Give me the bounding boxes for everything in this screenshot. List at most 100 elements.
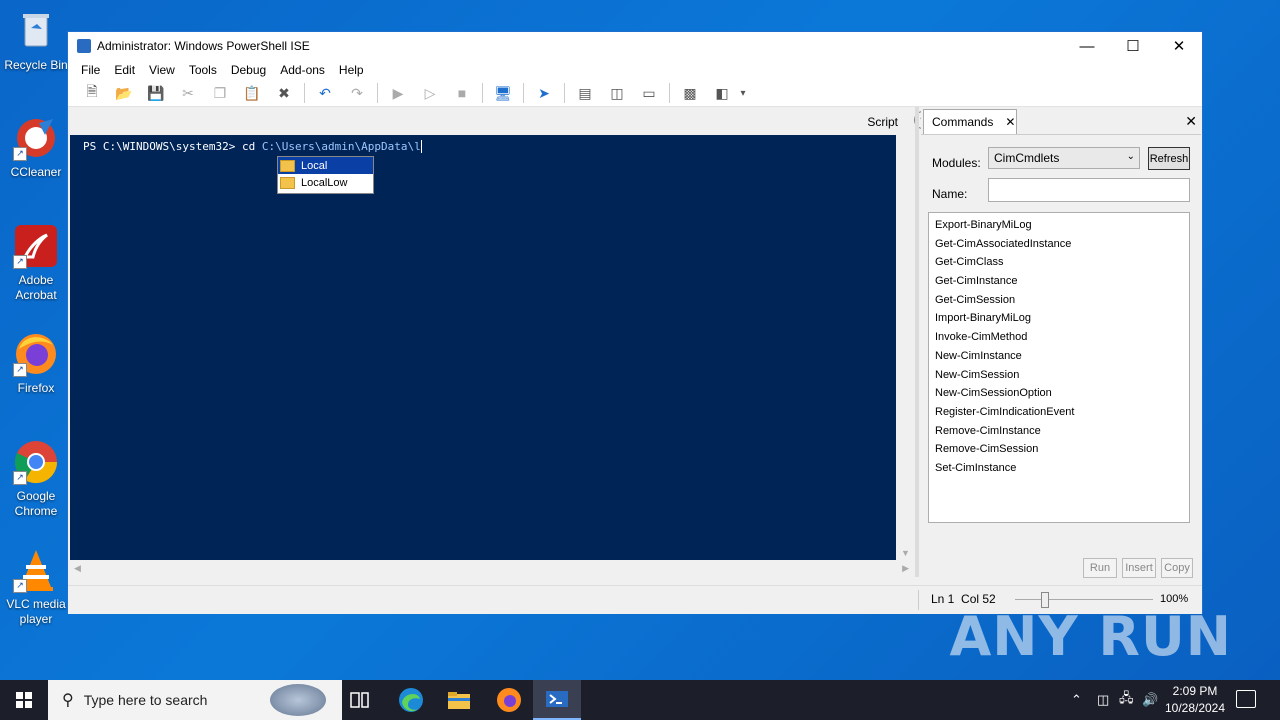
close-pane-icon[interactable]: ✕ bbox=[1185, 113, 1197, 130]
taskbar-file-explorer[interactable] bbox=[435, 680, 483, 720]
desktop-icon-label: Google Chrome bbox=[14, 489, 58, 518]
script-pane-bar: Script ▼ bbox=[68, 107, 932, 134]
show-script-top-icon[interactable]: ▤ bbox=[575, 83, 595, 103]
console-horizontal-scrollbar[interactable]: ◀ ▶ bbox=[70, 560, 913, 576]
task-view-button[interactable] bbox=[336, 680, 384, 720]
taskbar-edge[interactable] bbox=[387, 680, 435, 720]
taskbar-search[interactable]: ⚲ Type here to search bbox=[48, 680, 342, 720]
autocomplete-item[interactable]: LocalLow bbox=[278, 174, 373, 191]
menu-tools[interactable]: Tools bbox=[182, 63, 224, 77]
command-item[interactable]: Set-CimInstance bbox=[929, 459, 1189, 478]
show-command-window-icon[interactable]: ▩ bbox=[680, 83, 700, 103]
desktop-icon-label: VLC media player bbox=[6, 597, 66, 626]
refresh-button[interactable]: Refresh bbox=[1148, 147, 1190, 170]
tab-commands[interactable]: Commands ✕ bbox=[923, 109, 1017, 134]
script-pane-label[interactable]: Script bbox=[867, 115, 898, 129]
modules-select[interactable]: CimCmdlets ⌄ bbox=[988, 147, 1140, 169]
cut-icon[interactable]: ✂ bbox=[178, 83, 198, 103]
desktop-icon-recycle-bin[interactable]: Recycle Bin bbox=[0, 8, 72, 73]
recycle-bin-icon bbox=[13, 8, 59, 54]
command-item[interactable]: Get-CimInstance bbox=[929, 272, 1189, 291]
paste-icon[interactable]: 📋 bbox=[242, 83, 262, 103]
command-item[interactable]: Get-CimClass bbox=[929, 253, 1189, 272]
command-item[interactable]: Register-CimIndicationEvent bbox=[929, 403, 1189, 422]
folder-icon bbox=[280, 176, 295, 189]
title-bar[interactable]: Administrator: Windows PowerShell ISE — … bbox=[68, 32, 1202, 60]
show-command-addon-icon[interactable]: ◧ bbox=[712, 83, 732, 103]
run-script-icon[interactable]: ▶ bbox=[388, 83, 408, 103]
desktop-icon-label: Recycle Bin bbox=[4, 58, 68, 72]
volume-icon[interactable]: 🔊 bbox=[1142, 680, 1158, 720]
pane-splitter[interactable] bbox=[915, 107, 919, 577]
autocomplete-item[interactable]: Local bbox=[278, 157, 373, 174]
start-powershell-icon[interactable]: ➤ bbox=[534, 83, 554, 103]
copy-icon[interactable]: ❐ bbox=[210, 83, 230, 103]
zoom-level: 100% bbox=[1160, 593, 1189, 605]
command-item[interactable]: Remove-CimInstance bbox=[929, 422, 1189, 441]
console-pane[interactable]: PS C:\WINDOWS\system32> cd C:\Users\admi… bbox=[70, 135, 896, 560]
scroll-left-icon[interactable]: ◀ bbox=[74, 563, 81, 574]
show-hidden-icons-button[interactable]: ⌃ bbox=[1071, 680, 1082, 720]
zoom-slider[interactable] bbox=[1015, 599, 1153, 600]
command-item[interactable]: New-CimInstance bbox=[929, 347, 1189, 366]
command-item[interactable]: Export-BinaryMiLog bbox=[929, 216, 1189, 235]
menu-file[interactable]: File bbox=[74, 63, 107, 77]
network-icon[interactable]: ◫ bbox=[1097, 680, 1109, 720]
close-tab-icon[interactable]: ✕ bbox=[1005, 115, 1015, 129]
command-item[interactable]: Get-CimSession bbox=[929, 291, 1189, 310]
notification-center-icon[interactable] bbox=[1236, 690, 1256, 708]
command-item[interactable]: Remove-CimSession bbox=[929, 440, 1189, 459]
command-item[interactable]: New-CimSession bbox=[929, 366, 1189, 385]
run-selection-icon[interactable]: ▷ bbox=[420, 83, 440, 103]
toolbar-overflow-icon[interactable]: ▾ bbox=[738, 83, 748, 103]
taskbar-firefox[interactable] bbox=[485, 680, 533, 720]
copy-button[interactable]: Copy bbox=[1161, 558, 1193, 578]
menu-view[interactable]: View bbox=[142, 63, 182, 77]
menu-edit[interactable]: Edit bbox=[107, 63, 142, 77]
taskbar-powershell-ise[interactable] bbox=[533, 680, 581, 720]
start-button[interactable] bbox=[0, 680, 48, 720]
desktop-icon-chrome[interactable]: ↗ Google Chrome bbox=[0, 439, 72, 519]
close-button[interactable]: ✕ bbox=[1156, 32, 1202, 60]
autocomplete-popup: Local LocalLow bbox=[277, 156, 374, 194]
watermark: ANY RUN bbox=[949, 605, 1232, 668]
zoom-slider-thumb[interactable] bbox=[1041, 592, 1049, 608]
redo-icon[interactable]: ↷ bbox=[347, 83, 367, 103]
command-item[interactable]: Invoke-CimMethod bbox=[929, 328, 1189, 347]
show-script-maximized-icon[interactable]: ▭ bbox=[639, 83, 659, 103]
maximize-button[interactable]: ☐ bbox=[1110, 32, 1156, 60]
console-vertical-scrollbar[interactable]: ▼ bbox=[897, 135, 913, 560]
command-item[interactable]: New-CimSessionOption bbox=[929, 384, 1189, 403]
ccleaner-icon: ↗ bbox=[13, 115, 59, 161]
ethernet-icon[interactable]: 🖧 bbox=[1119, 680, 1134, 720]
console-argument: C:\Users\admin\AppData\l bbox=[261, 140, 421, 153]
desktop-icon-ccleaner[interactable]: ↗ CCleaner bbox=[0, 115, 72, 180]
open-folder-icon[interactable]: 📂 bbox=[114, 83, 134, 103]
command-item[interactable]: Get-CimAssociatedInstance bbox=[929, 235, 1189, 254]
scroll-down-icon[interactable]: ▼ bbox=[901, 548, 910, 558]
toolbar-separator bbox=[669, 83, 670, 103]
scroll-right-icon[interactable]: ▶ bbox=[902, 563, 909, 574]
save-icon[interactable]: 💾 bbox=[146, 83, 166, 103]
menu-add-ons[interactable]: Add-ons bbox=[273, 63, 332, 77]
command-list[interactable]: Export-BinaryMiLog Get-CimAssociatedInst… bbox=[928, 212, 1190, 523]
menu-debug[interactable]: Debug bbox=[224, 63, 273, 77]
console-command: cd bbox=[241, 140, 262, 153]
clear-console-icon[interactable]: ✖ bbox=[274, 83, 294, 103]
menu-help[interactable]: Help bbox=[332, 63, 371, 77]
run-button[interactable]: Run bbox=[1083, 558, 1117, 578]
desktop-icon-firefox[interactable]: ↗ Firefox bbox=[0, 331, 72, 396]
command-item[interactable]: Import-BinaryMiLog bbox=[929, 309, 1189, 328]
new-file-icon[interactable]: 🗎 bbox=[82, 83, 102, 103]
insert-button[interactable]: Insert bbox=[1122, 558, 1156, 578]
stop-icon[interactable]: ■ bbox=[452, 83, 472, 103]
remote-powershell-icon[interactable]: 🖥 bbox=[493, 83, 513, 103]
taskbar-clock[interactable]: 2:09 PM 10/28/2024 bbox=[1160, 683, 1230, 717]
edge-icon bbox=[399, 688, 423, 712]
name-input[interactable] bbox=[988, 178, 1190, 202]
show-script-right-icon[interactable]: ◫ bbox=[607, 83, 627, 103]
desktop-icon-vlc[interactable]: ↗ VLC media player bbox=[0, 547, 72, 627]
desktop-icon-acrobat[interactable]: ↗ Adobe Acrobat bbox=[0, 223, 72, 303]
minimize-button[interactable]: — bbox=[1064, 32, 1110, 60]
undo-icon[interactable]: ↶ bbox=[315, 83, 335, 103]
